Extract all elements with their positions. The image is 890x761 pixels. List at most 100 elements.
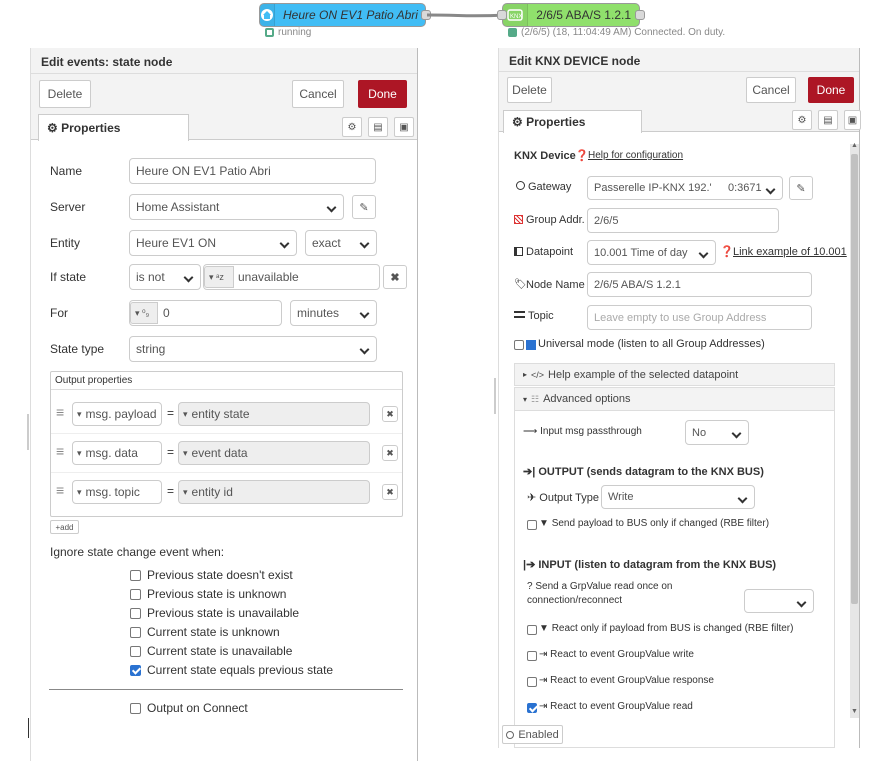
flow-node-label: 2/6/5 ABA/S 1.2.1 (536, 8, 631, 22)
done-button[interactable]: Done (808, 77, 854, 103)
home-assistant-icon (260, 4, 275, 26)
edit-server-pencil-icon[interactable]: ✎ (352, 195, 376, 219)
server-label: Server (50, 200, 86, 214)
edit-gateway-pencil-icon[interactable]: ✎ (789, 176, 813, 200)
gateway-select[interactable]: Passerelle IP-KNX 192.' 0:3671 (587, 176, 783, 200)
scrollbar-thumb[interactable] (851, 154, 858, 604)
appearance-tab-icon[interactable]: ▣ (844, 110, 861, 130)
drag-handle-icon[interactable]: ≡ (56, 443, 64, 459)
description-tab-icon[interactable]: ▤ (368, 117, 388, 137)
scroll-up-icon[interactable]: ▲ (851, 142, 858, 149)
ignore-curr-unknown-checkbox[interactable] (130, 627, 141, 638)
ignore-curr-unavailable-checkbox[interactable] (130, 646, 141, 657)
flow-node-status: running (265, 27, 311, 38)
output-property-input[interactable]: ▾ msg. topic (72, 480, 162, 504)
entity-match-select[interactable]: exact (305, 230, 377, 256)
ignore-prev-unknown-checkbox[interactable] (130, 589, 141, 600)
string-type-icon[interactable]: ▾ ᵃz (204, 266, 234, 288)
settings-tab-icon[interactable]: ⚙ (792, 110, 812, 130)
datapoint-icon (514, 247, 523, 256)
panel-title: Edit KNX DEVICE node (499, 48, 859, 72)
output-value-input[interactable]: ▾ entity id (178, 480, 370, 504)
input-section-header: |➔ INPUT (listen to datagram from the KN… (523, 559, 777, 571)
passthrough-label: ⟶ Input msg passthrough (523, 426, 642, 437)
tag-icon: 🏷 (514, 279, 527, 290)
delete-button[interactable]: Delete (507, 77, 552, 103)
tab-properties[interactable]: ⚙ Properties (38, 114, 189, 141)
drag-handle-icon[interactable]: ≡ (56, 404, 64, 420)
react-response-checkbox[interactable] (527, 677, 537, 687)
entity-select[interactable]: Heure EV1 ON (129, 230, 297, 256)
cancel-button[interactable]: Cancel (292, 80, 344, 108)
rbe-input-label: ▼ React only if payload from BUS is chan… (539, 623, 794, 634)
for-unit-select[interactable]: minutes (290, 300, 377, 326)
ignore-prev-unavailable-checkbox[interactable] (130, 608, 141, 619)
react-read-checkbox[interactable] (527, 703, 537, 713)
universal-mode-checkbox[interactable] (514, 340, 524, 350)
output-section-header: ➔| OUTPUT (sends datagram to the KNX BUS… (523, 466, 764, 478)
node-name-input[interactable]: 2/6/5 ABA/S 1.2.1 (587, 272, 812, 297)
settings-tab-icon[interactable]: ⚙ (342, 117, 362, 137)
advanced-options-header[interactable]: ▾ ☷ Advanced options (514, 387, 835, 411)
server-select[interactable]: Home Assistant (129, 194, 344, 220)
help-for-configuration-link[interactable]: Help for configuration (588, 150, 683, 161)
remove-row-close-icon[interactable]: ✖ (382, 406, 398, 422)
datapoint-example-link[interactable]: Link example of 10.001 (733, 246, 847, 258)
scrollbar-track[interactable] (850, 144, 859, 718)
state-type-select[interactable]: string (129, 336, 377, 362)
input-port[interactable] (497, 10, 507, 20)
tab-bar: ⚙ Properties ⚙ ▤ ▣ (31, 114, 417, 141)
if-state-operator-select[interactable]: is not (129, 264, 201, 290)
enabled-toggle-button[interactable]: Enabled (502, 725, 563, 744)
panel-title: Edit events: state node (31, 48, 417, 74)
add-output-button[interactable]: + add (50, 520, 79, 534)
number-type-icon[interactable]: ▾ ⁰₉ (130, 302, 158, 324)
group-addr-input[interactable]: 2/6/5 (587, 208, 779, 233)
flow-node-events-state[interactable]: Heure ON EV1 Patio Abri (259, 3, 431, 27)
flow-node-knx-device[interactable]: KNX 2/6/5 ABA/S 1.2.1 (497, 3, 645, 27)
filter-icon: ▼ (539, 623, 549, 634)
help-question-icon: ❓ (720, 246, 734, 258)
cancel-button[interactable]: Cancel (746, 77, 796, 103)
topic-label: Topic (528, 310, 554, 322)
appearance-tab-icon[interactable]: ▣ (394, 117, 414, 137)
output-value-input[interactable]: ▾ event data (178, 441, 370, 465)
help-example-section[interactable]: ▸ </> Help example of the selected datap… (514, 363, 835, 386)
drag-handle-icon[interactable]: ≡ (56, 482, 64, 498)
tab-properties[interactable]: ⚙ Properties (503, 110, 642, 133)
react-read-label: ⇥ React to event GroupValue read (539, 701, 693, 712)
rbe-output-checkbox[interactable] (527, 520, 537, 530)
ignore-prev-not-exist-checkbox[interactable] (130, 570, 141, 581)
output-property-input[interactable]: ▾ msg. payload (72, 402, 162, 426)
grpvalue-read-select[interactable] (744, 589, 814, 613)
edit-knx-device-panel: Edit KNX DEVICE node Delete Cancel Done … (498, 48, 861, 748)
topic-input[interactable]: Leave empty to use Group Address (587, 305, 812, 330)
caret-right-icon: ▸ (523, 370, 528, 379)
datapoint-select[interactable]: 10.001 Time of day (587, 240, 716, 265)
scroll-down-icon[interactable]: ▼ (851, 708, 858, 715)
output-port[interactable] (635, 10, 645, 20)
react-write-checkbox[interactable] (527, 651, 537, 661)
edit-events-state-panel: Edit events: state node Delete Cancel Do… (30, 48, 418, 761)
done-button[interactable]: Done (358, 80, 407, 108)
delete-button[interactable]: Delete (39, 80, 91, 108)
output-property-input[interactable]: ▾ msg. data (72, 441, 162, 465)
clear-if-state-close-icon[interactable]: ✖ (383, 265, 407, 289)
ignore-curr-equals-prev-checkbox[interactable] (130, 665, 141, 676)
output-value-input[interactable]: ▾ entity state (178, 402, 370, 426)
name-input[interactable]: Heure ON EV1 Patio Abri (129, 158, 376, 184)
if-state-label: If state (50, 270, 87, 284)
remove-row-close-icon[interactable]: ✖ (382, 484, 398, 500)
rbe-input-checkbox[interactable] (527, 625, 537, 635)
remove-row-close-icon[interactable]: ✖ (382, 445, 398, 461)
splitter-handle[interactable] (494, 378, 496, 414)
dropdown-icon: ▾ (77, 447, 82, 458)
output-on-connect-checkbox[interactable] (130, 703, 141, 714)
panel-toolbar: Delete Cancel Done (499, 72, 859, 110)
splitter-handle[interactable] (27, 414, 29, 450)
output-type-select[interactable]: Write (601, 485, 755, 509)
universal-mode-label: Universal mode (listen to all Group Addr… (538, 338, 765, 350)
passthrough-select[interactable]: No (685, 420, 749, 445)
description-tab-icon[interactable]: ▤ (818, 110, 838, 130)
group-addr-label: Group Addr. (526, 214, 585, 226)
